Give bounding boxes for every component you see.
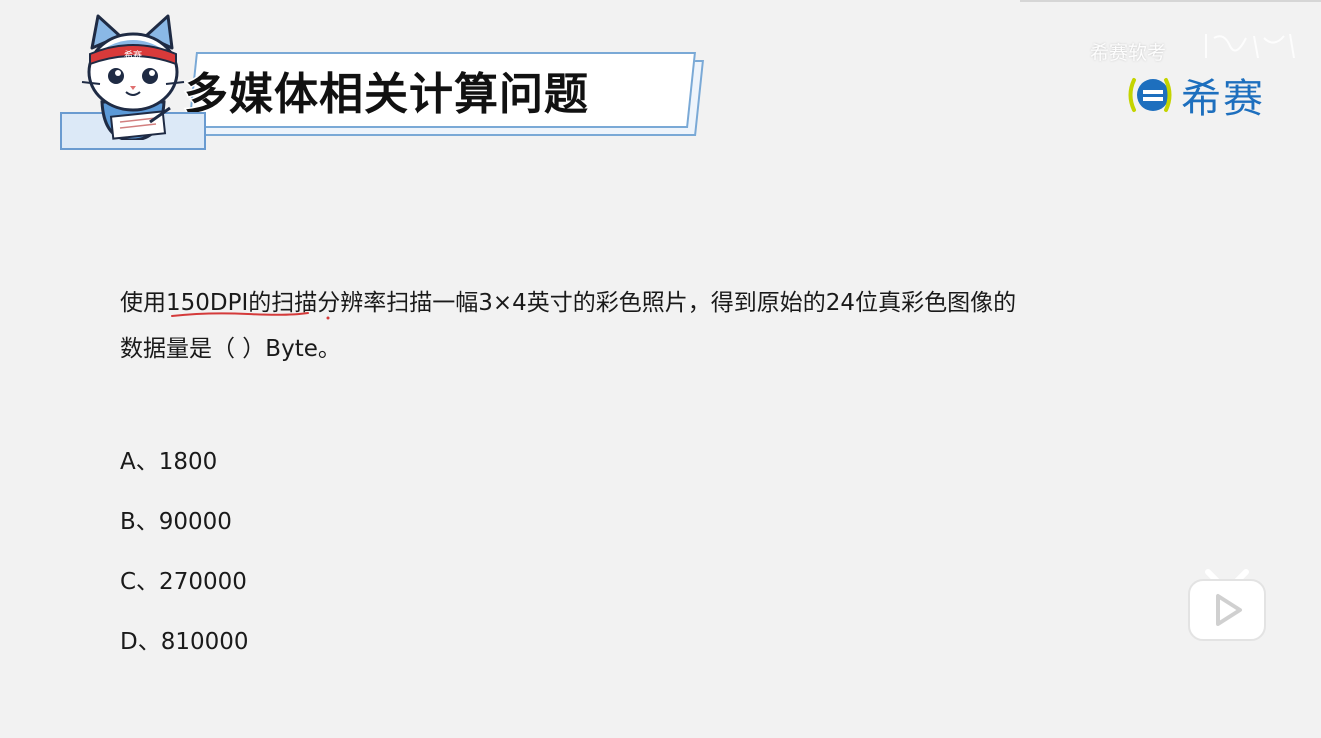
brand-mark-icon xyxy=(1128,78,1172,112)
play-icon[interactable] xyxy=(1186,566,1268,644)
page-title: 多媒体相关计算问题 xyxy=(183,68,590,122)
answer-options: A、1800 B、90000 C、270000 D、810000 xyxy=(120,440,249,680)
brand-logo: 希赛 xyxy=(1125,66,1265,124)
red-underline-annotation xyxy=(171,312,330,320)
title-banner: 多媒体相关计算问题 希赛 xyxy=(60,14,704,152)
question-prefix: 使用 xyxy=(120,290,166,316)
option-a[interactable]: A、1800 xyxy=(120,440,249,500)
brand-name: 希赛 xyxy=(1181,76,1265,122)
logo-watermark: 希赛软考 xyxy=(1090,42,1167,64)
option-d[interactable]: D、810000 xyxy=(120,620,249,680)
slide: 多媒体相关计算问题 希赛 希赛软考 希赛 使用150DPI的扫描分辨率扫描一幅3… xyxy=(0,0,1321,738)
option-c[interactable]: C、270000 xyxy=(120,560,249,620)
option-b[interactable]: B、90000 xyxy=(120,500,249,560)
mascot-badge-text: 希赛 xyxy=(124,49,142,61)
watermark-scribble-icon xyxy=(1205,33,1295,59)
question-line-2: 数据量是（ ）Byte。 xyxy=(120,336,341,362)
question-text: 使用150DPI的扫描分辨率扫描一幅3×4英寸的彩色照片，得到原始的24位真彩色… xyxy=(120,280,1170,372)
question-suffix: 分辨率扫描一幅3×4英寸的彩色照片，得到原始的24位真彩色图像的 xyxy=(317,290,1017,316)
cat-mascot-icon: 希赛 xyxy=(81,14,185,140)
top-divider xyxy=(1020,0,1321,2)
